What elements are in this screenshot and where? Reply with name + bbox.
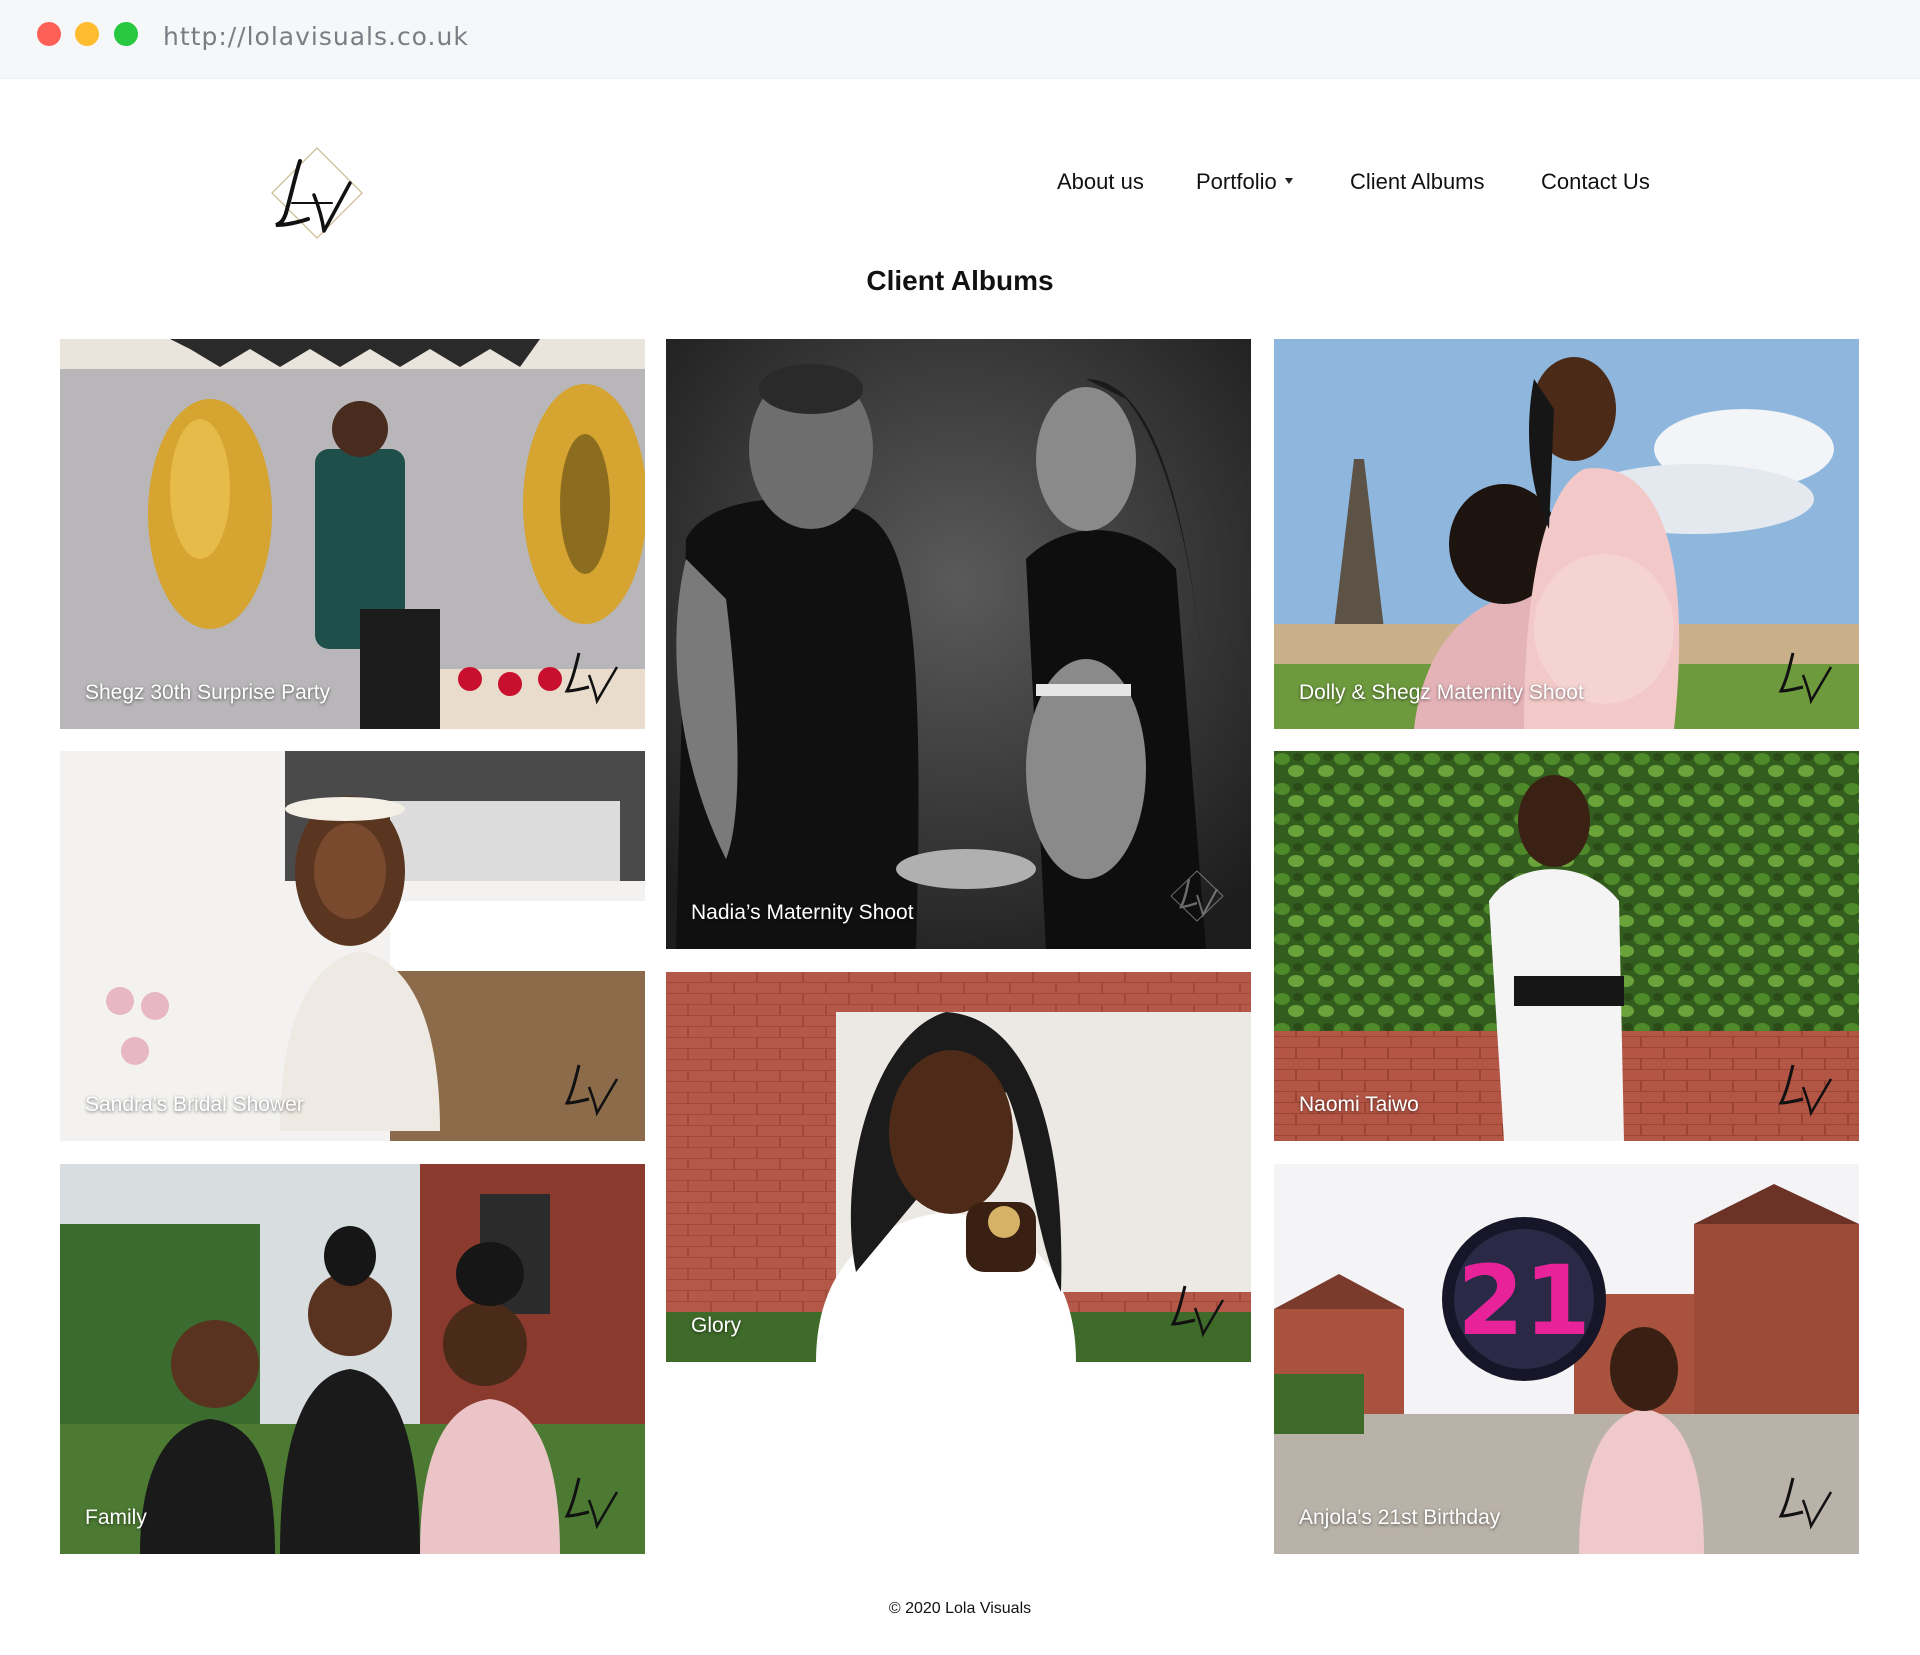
album-tile[interactable]: Dolly & Shegz Maternity Shoot [1274,339,1859,729]
album-tile[interactable]: Shegz 30th Surprise Party [60,339,645,729]
lola-visuals-logo[interactable] [262,143,372,243]
nav-portfolio[interactable]: Portfolio [1196,169,1293,195]
album-photo [666,339,1251,949]
album-tile[interactable]: 21 Anjola's 21st Birthday [1274,1164,1859,1554]
browser-toolbar: http://lolavisuals.co.uk [0,0,1920,79]
minimize-window-button[interactable] [75,22,99,46]
album-tile[interactable]: Sandra's Bridal Shower [60,751,645,1141]
lv-watermark-icon [564,652,619,705]
close-window-button[interactable] [37,22,61,46]
maximize-window-button[interactable] [114,22,138,46]
album-caption: Dolly & Shegz Maternity Shoot [1299,681,1584,704]
album-photo [60,751,645,1141]
nav-client-albums[interactable]: Client Albums [1350,169,1485,195]
footer-copyright: © 2020 Lola Visuals [888,1600,1032,1617]
lv-watermark-icon [1170,1285,1225,1338]
album-photo [1274,751,1859,1141]
album-tile[interactable]: Glory [666,972,1251,1362]
nav-about-us[interactable]: About us [1057,169,1144,195]
lv-watermark-icon [1170,870,1224,922]
address-bar[interactable]: http://lolavisuals.co.uk [163,22,469,51]
album-photo: 21 [1274,1164,1859,1554]
album-caption: Anjola's 21st Birthday [1299,1506,1501,1529]
album-tile[interactable]: Family [60,1164,645,1554]
album-caption: Family [85,1506,147,1529]
lv-watermark-icon [564,1064,619,1117]
lv-watermark-icon [564,1477,619,1530]
lv-watermark-icon [1778,652,1833,705]
lv-watermark-icon [1778,1477,1833,1530]
page-title: Client Albums [866,265,1054,296]
album-tile[interactable]: Nadia’s Maternity Shoot [666,339,1251,949]
album-photo [60,1164,645,1554]
caret-down-icon [1284,178,1293,185]
album-tile[interactable]: Naomi Taiwo [1274,751,1859,1141]
album-caption: Glory [691,1314,742,1337]
album-photo [1274,339,1859,729]
album-caption: Shegz 30th Surprise Party [85,681,331,704]
lv-watermark-icon [1778,1064,1833,1117]
nav-contact-us[interactable]: Contact Us [1541,169,1650,195]
album-caption: Naomi Taiwo [1299,1093,1419,1116]
album-caption: Sandra's Bridal Shower [85,1093,304,1116]
album-caption: Nadia’s Maternity Shoot [691,901,914,924]
album-photo [60,339,645,729]
album-photo [666,972,1251,1362]
nav-portfolio-label: Portfolio [1196,169,1277,194]
svg-text:21: 21 [1457,1245,1591,1357]
